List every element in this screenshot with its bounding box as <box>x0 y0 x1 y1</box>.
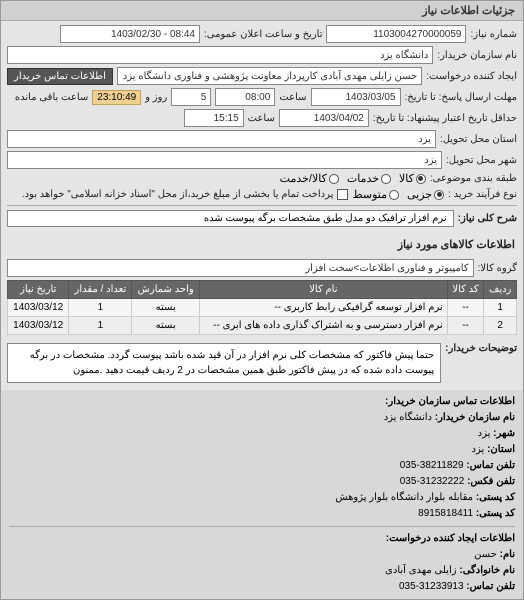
goods-header: اطلاعات کالاهای مورد نیاز <box>1 234 523 255</box>
delivery-deadline-label: حداقل تاریخ اعتبار پیشنهاد: تا تاریخ: <box>373 113 517 124</box>
col-qty: تعداد / مقدار <box>69 281 132 299</box>
state-label: استان محل تحویل: <box>440 134 517 145</box>
classification-radios: کالا خدمات کالا/خدمت <box>280 172 426 185</box>
time-label-2: ساعت <box>248 113 275 124</box>
process-note: پرداخت تمام یا بخشی از مبلغ خرید،از محل … <box>22 189 334 200</box>
buyer-notes-text: حتما پیش فاکتور که مشخصات کلی نرم افزار … <box>7 343 441 383</box>
goods-table: ردیف کد کالا نام کالا واحد شمارش تعداد /… <box>7 280 517 335</box>
table-header-row: ردیف کد کالا نام کالا واحد شمارش تعداد /… <box>8 281 517 299</box>
col-date: تاریخ نیاز <box>8 281 69 299</box>
col-unit: واحد شمارش <box>132 281 200 299</box>
radio-kala-khadamat[interactable]: کالا/خدمت <box>280 172 339 185</box>
state-field: یزد <box>7 130 436 148</box>
request-number-label: شماره نیاز: <box>470 29 517 40</box>
radio-jozi[interactable]: جزیی <box>407 188 444 201</box>
radio-icon <box>434 190 444 200</box>
delivery-date-field: 1403/04/02 <box>279 109 369 127</box>
summary-label: شرح کلی نیاز: <box>458 213 517 224</box>
request-number-field: 1103004270000059 <box>326 25 466 43</box>
buyer-name-field: دانشگاه یزد <box>7 46 433 64</box>
process-label: نوع فرآیند خرید : <box>448 189 517 200</box>
contact-buyer-section: اطلاعات تماس سازمان خریدار: نام سازمان خ… <box>1 390 523 599</box>
remaining-time-field: 23:10:49 <box>92 90 141 105</box>
contact-buyer-header: اطلاعات تماس سازمان خریدار: <box>9 394 515 410</box>
days-label: روز و <box>145 92 167 103</box>
col-code: کد کالا <box>447 281 484 299</box>
group-label: گروه کالا: <box>478 263 517 274</box>
treasury-checkbox[interactable] <box>337 189 348 200</box>
radio-motavasset[interactable]: متوسط <box>352 188 399 201</box>
city-label: شهر محل تحویل: <box>446 155 517 166</box>
city-field: یزد <box>7 151 442 169</box>
radio-icon <box>416 174 426 184</box>
deadline-time-field: 08:00 <box>215 88 275 106</box>
creator-field: حسن زایلی مهدی آبادی کارپرداز معاونت پژو… <box>117 67 422 85</box>
radio-icon <box>381 174 391 184</box>
delivery-time-field: 15:15 <box>184 109 244 127</box>
buyer-notes-label: توضیحات خریدار: <box>445 343 517 354</box>
radio-icon <box>389 190 399 200</box>
summary-field: نرم افزار ترافیک دو مدل طبق مشخصات برگه … <box>7 210 454 227</box>
table-row: 1 -- نرم افزار توسعه گرافیکی رابط کاربری… <box>8 299 517 317</box>
col-name: نام کالا <box>199 281 447 299</box>
contact-creator-header: اطلاعات ایجاد کننده درخواست: <box>9 531 515 547</box>
radio-icon <box>329 174 339 184</box>
time-label-1: ساعت <box>279 92 306 103</box>
days-field: 5 <box>171 88 211 106</box>
public-datetime-label: تاریخ و ساعت اعلان عمومی: <box>204 29 323 40</box>
col-idx: ردیف <box>484 281 517 299</box>
form-section: شماره نیاز: 1103004270000059 تاریخ و ساع… <box>1 21 523 234</box>
page-title: جزئیات اطلاعات نیاز <box>1 1 523 21</box>
buyer-name-label: نام سازمان خریدار: <box>437 50 517 61</box>
classification-label: طبقه بندی موضوعی: <box>430 173 517 184</box>
deadline-label: مهلت ارسال پاسخ: تا تاریخ: <box>405 92 517 103</box>
table-row: 2 -- نرم افزار دسترسی و به اشتراک گذاری … <box>8 317 517 335</box>
deadline-date-field: 1403/03/05 <box>311 88 401 106</box>
details-container: جزئیات اطلاعات نیاز شماره نیاز: 11030042… <box>0 0 524 600</box>
radio-khadamat[interactable]: خدمات <box>347 172 391 185</box>
public-datetime-field: 08:44 - 1403/02/30 <box>60 25 200 43</box>
process-radios: جزیی متوسط <box>352 188 444 201</box>
group-field: کامپیوتر و فناوری اطلاعات>سخت افزار <box>7 259 474 277</box>
radio-kala[interactable]: کالا <box>399 172 426 185</box>
contact-buyer-link[interactable]: اطلاعات تماس خریدار <box>7 68 113 85</box>
creator-label: ایجاد کننده درخواست: <box>426 71 517 82</box>
remaining-label: ساعت باقی مانده <box>15 92 88 103</box>
